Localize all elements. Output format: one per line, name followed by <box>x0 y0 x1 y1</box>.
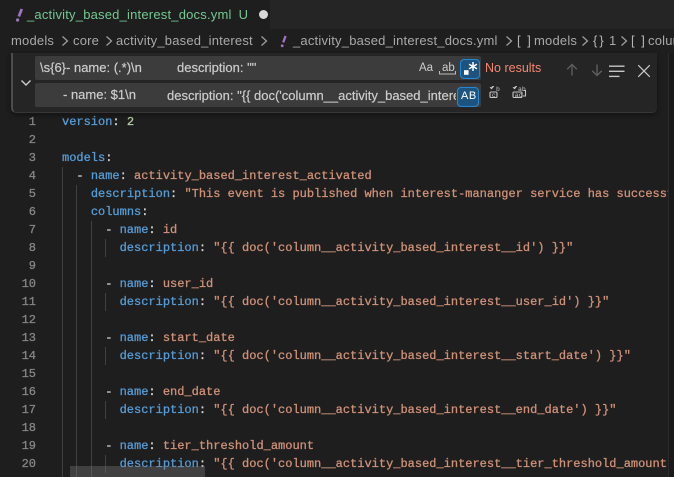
svg-text:ac: ac <box>515 92 523 99</box>
svg-text:c: c <box>492 92 496 99</box>
svg-text:b: b <box>496 86 500 93</box>
